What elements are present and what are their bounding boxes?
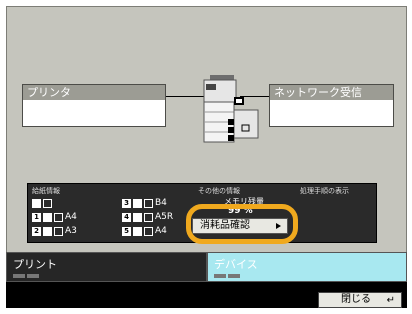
paper-icon	[54, 212, 63, 222]
tab-print-label: プリント	[13, 258, 57, 271]
tray-1: 1 A4	[32, 211, 77, 223]
network-box: ネットワーク受信	[269, 84, 394, 127]
other-info-header: その他の情報	[198, 187, 240, 195]
close-label: 閉じる	[341, 294, 371, 305]
paper-icon	[43, 198, 52, 208]
tray-icon	[43, 212, 52, 222]
highlight-circle	[186, 204, 298, 244]
tab-print-indicators	[13, 274, 39, 278]
tray-size: B4	[155, 198, 167, 208]
tray-number: 4	[122, 212, 131, 222]
tray-number: 3	[122, 198, 131, 208]
tray-icon	[32, 198, 41, 208]
tray-icon	[133, 226, 142, 236]
tray-size: A4	[65, 212, 77, 222]
paper-info-header: 給紙情報	[32, 187, 60, 195]
tab-print[interactable]: プリント	[6, 252, 207, 282]
tray-number: 1	[32, 212, 41, 222]
tray-icon	[133, 212, 142, 222]
printer-box: プリンタ	[22, 84, 166, 127]
paper-icon	[144, 198, 153, 208]
tray-size: A4	[155, 226, 167, 236]
tray-4: 4 A5R	[122, 211, 173, 223]
tray-2: 2 A3	[32, 225, 77, 237]
return-icon: ↵	[386, 295, 395, 306]
tray-manual	[32, 197, 52, 209]
tray-number: 5	[122, 226, 131, 236]
tray-size: A5R	[155, 212, 174, 222]
tray-icon	[133, 198, 142, 208]
paper-icon	[144, 226, 153, 236]
network-box-title: ネットワーク受信	[270, 85, 393, 100]
tray-size: A3	[65, 226, 77, 236]
printer-device-icon	[203, 75, 259, 143]
tab-device-indicators	[214, 274, 240, 278]
tray-icon	[43, 226, 52, 236]
tray-number: 2	[32, 226, 41, 236]
procedure-header: 処理手順の表示	[300, 187, 349, 195]
tray-3: 3 B4	[122, 197, 167, 209]
paper-icon	[144, 212, 153, 222]
tray-5: 5 A4	[122, 225, 167, 237]
close-button[interactable]: 閉じる ↵	[318, 292, 402, 308]
status-monitor-screen: プリンタ ネットワーク受信 給紙情報 その他の情報 処理手順の表示 3 B4 1…	[6, 6, 407, 308]
printer-box-title: プリンタ	[23, 85, 165, 100]
tab-device[interactable]: デバイス	[207, 252, 407, 282]
tab-device-label: デバイス	[214, 258, 258, 271]
paper-icon	[54, 226, 63, 236]
